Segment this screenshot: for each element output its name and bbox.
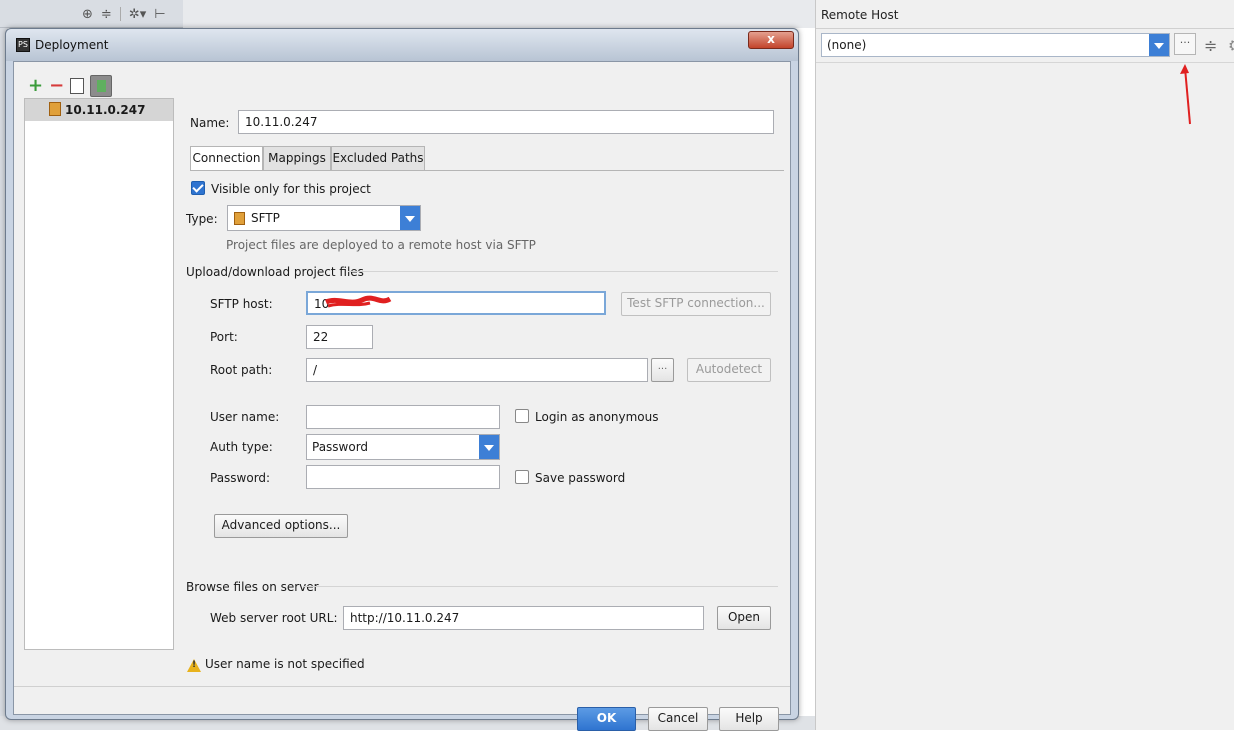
- type-label: Type:: [186, 212, 218, 226]
- add-icon[interactable]: +: [28, 76, 43, 96]
- password-field[interactable]: [306, 465, 500, 489]
- ok-button[interactable]: OK: [577, 707, 636, 731]
- copy-icon[interactable]: [70, 78, 85, 94]
- advanced-options-button[interactable]: Advanced options...: [214, 514, 348, 538]
- annotation-arrow: [1180, 64, 1191, 125]
- login-anonymous-checkbox[interactable]: [515, 409, 529, 423]
- port-field[interactable]: 22: [306, 325, 373, 349]
- name-field[interactable]: 10.11.0.247: [238, 110, 774, 134]
- user-name-field[interactable]: [306, 405, 500, 429]
- auth-type-select[interactable]: Password: [306, 434, 500, 460]
- target-icon[interactable]: ⊕: [82, 7, 93, 22]
- root-path-label: Root path:: [210, 363, 273, 377]
- browse-section-title: Browse files on server: [186, 580, 319, 594]
- name-label: Name:: [190, 116, 230, 130]
- panel-divider: [816, 28, 1234, 29]
- autodetect-button[interactable]: Autodetect: [687, 358, 771, 382]
- auth-type-label: Auth type:: [210, 440, 273, 454]
- web-root-url-field[interactable]: http://10.11.0.247: [343, 606, 704, 630]
- chevron-down-icon[interactable]: [479, 435, 499, 459]
- save-password-label: Save password: [535, 471, 626, 485]
- upload-section-title: Upload/download project files: [186, 265, 364, 279]
- web-root-label: Web server root URL:: [210, 611, 338, 625]
- port-label: Port:: [210, 330, 238, 344]
- root-path-field[interactable]: /: [306, 358, 648, 382]
- dialog-content: + − 10.11.0.247 Name: 10.11.0.247 Connec…: [13, 61, 791, 731]
- panel-divider: [816, 62, 1234, 63]
- tab-mappings[interactable]: Mappings: [263, 146, 331, 171]
- cancel-button[interactable]: Cancel: [648, 707, 708, 731]
- ide-toolbar: ⊕ ≑ ✲▾ ⊢: [0, 0, 815, 28]
- section-divider: [348, 271, 778, 272]
- help-button[interactable]: Help: [719, 707, 779, 731]
- remove-icon[interactable]: −: [49, 76, 64, 96]
- remote-host-panel: Remote Host (none) ··· ≑ ⚙: [815, 0, 1234, 730]
- login-anonymous-label: Login as anonymous: [535, 410, 659, 424]
- footer-divider: [14, 686, 790, 687]
- tab-strip-line: [190, 170, 784, 171]
- remote-host-select-value: (none): [827, 38, 867, 52]
- open-button[interactable]: Open: [717, 606, 771, 630]
- warning-message: User name is not specified: [205, 657, 365, 671]
- sftp-host-field[interactable]: 10: [306, 291, 606, 315]
- section-divider: [304, 586, 778, 587]
- collapse-icon[interactable]: ≑: [101, 7, 112, 22]
- sftp-type-icon: [234, 212, 245, 225]
- type-hint: Project files are deployed to a remote h…: [226, 238, 536, 252]
- user-name-label: User name:: [210, 410, 280, 424]
- sftp-server-icon: [49, 102, 61, 116]
- gear-icon[interactable]: ✲▾: [129, 7, 146, 22]
- server-list-item-label: 10.11.0.247: [65, 103, 146, 117]
- pin-icon[interactable]: ⊢: [154, 7, 165, 22]
- ide-toolbar-icons: ⊕ ≑ ✲▾ ⊢: [82, 4, 166, 24]
- chevron-down-icon[interactable]: [1149, 34, 1169, 56]
- deployment-dialog: PS Deployment x + − 10.11.0.247 Name: 10…: [5, 28, 799, 731]
- dialog-titlebar[interactable]: PS Deployment x: [6, 29, 798, 61]
- type-select[interactable]: SFTP: [227, 205, 421, 231]
- chevron-down-icon[interactable]: [400, 206, 420, 230]
- server-list-toolbar: + −: [28, 74, 113, 98]
- sftp-host-label: SFTP host:: [210, 297, 273, 311]
- redaction-scribble: [325, 295, 392, 308]
- visible-only-checkbox[interactable]: [191, 181, 205, 195]
- warning-icon: [187, 659, 201, 672]
- remote-host-select[interactable]: (none): [821, 33, 1170, 57]
- collapse-icon[interactable]: ≑: [1204, 36, 1217, 55]
- save-password-checkbox[interactable]: [515, 470, 529, 484]
- auth-type-value: Password: [312, 440, 369, 454]
- remote-host-title: Remote Host: [821, 8, 899, 22]
- password-label: Password:: [210, 471, 271, 485]
- ide-toolbar-blank: [183, 0, 815, 28]
- use-as-default-icon[interactable]: [90, 75, 113, 97]
- root-path-browse-button[interactable]: ···: [651, 358, 674, 382]
- server-list-item[interactable]: 10.11.0.247: [25, 99, 173, 121]
- tab-connection[interactable]: Connection: [190, 146, 263, 171]
- app-icon: PS: [16, 38, 30, 52]
- dialog-title: Deployment: [35, 38, 109, 52]
- settings-icon[interactable]: ⚙: [1228, 36, 1234, 55]
- test-connection-button[interactable]: Test SFTP connection...: [621, 292, 771, 316]
- close-button[interactable]: x: [748, 31, 794, 49]
- tab-excluded-paths[interactable]: Excluded Paths: [331, 146, 425, 171]
- type-select-value: SFTP: [251, 211, 280, 225]
- visible-only-label: Visible only for this project: [211, 182, 371, 196]
- remote-host-browse-button[interactable]: ···: [1174, 33, 1196, 55]
- server-list: 10.11.0.247: [24, 98, 174, 650]
- toolbar-divider: [119, 7, 121, 21]
